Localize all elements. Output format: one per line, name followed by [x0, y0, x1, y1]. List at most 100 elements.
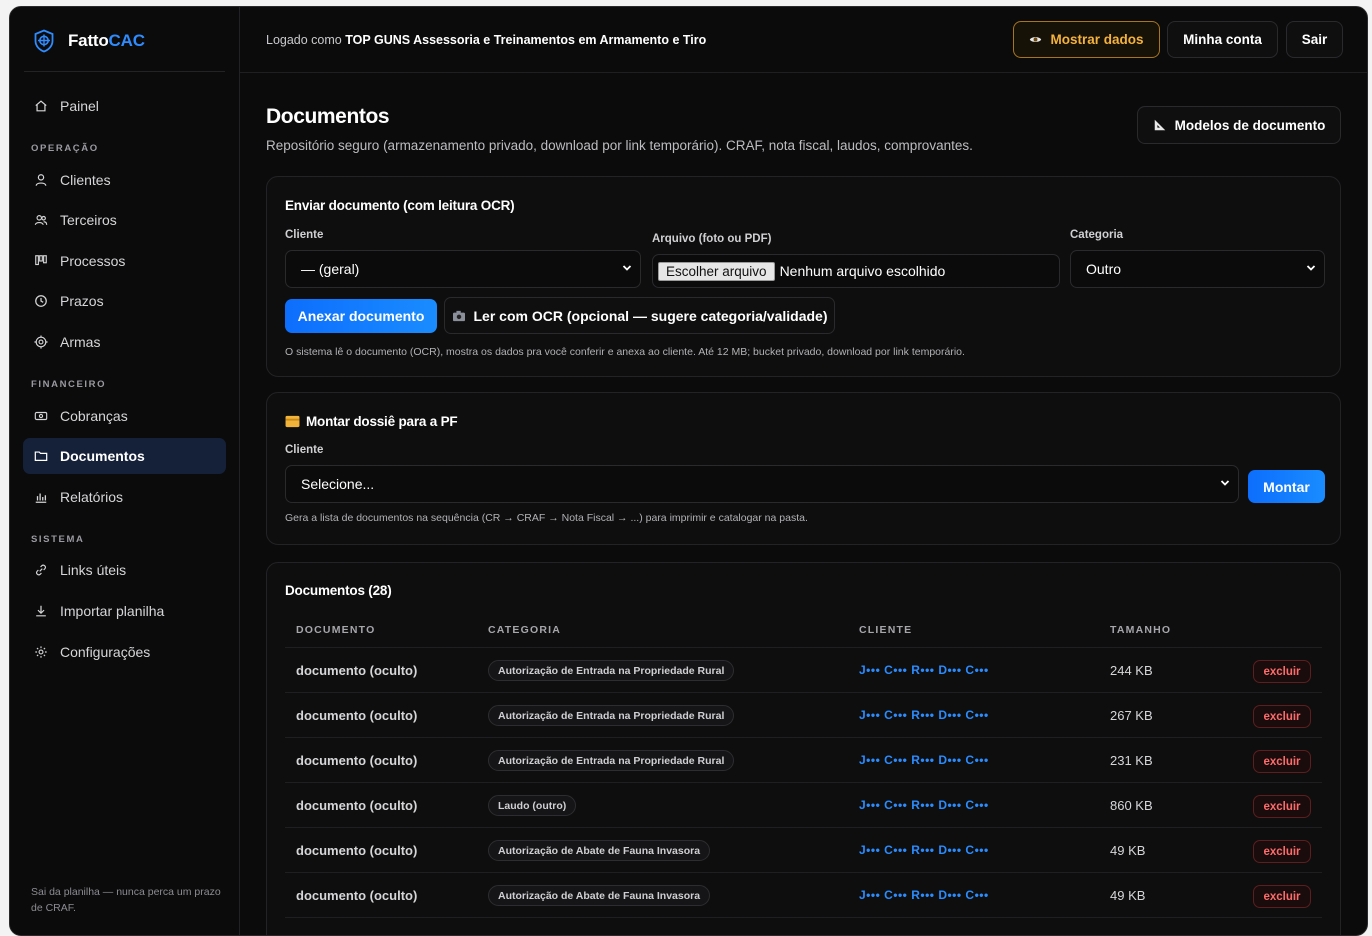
- chevron-down-icon: [622, 265, 632, 271]
- chevron-down-icon: [1220, 480, 1230, 486]
- category-badge: Laudo (outro): [488, 795, 577, 816]
- chevron-down-icon: [1306, 265, 1316, 271]
- folder-icon: [285, 415, 300, 428]
- brand-name: FattoCAC: [68, 31, 145, 50]
- document-name[interactable]: documento (oculto): [296, 708, 417, 723]
- sidebar-item-label: Importar planilha: [60, 603, 165, 619]
- sidebar-item-documentos[interactable]: Documentos: [23, 438, 226, 474]
- sidebar: FattoCAC Painel OPERAÇÃO Clientes Tercei…: [10, 7, 240, 935]
- upload-hint: O sistema lê o documento (OCR), mostra o…: [285, 346, 965, 358]
- sidebar-item-importar-planilha[interactable]: Importar planilha: [23, 593, 226, 629]
- table-row: documento (oculto) Autorização de Entrad…: [285, 647, 1322, 692]
- sidebar-item-armas[interactable]: Armas: [23, 324, 226, 360]
- ruler-triangle-icon: [1154, 119, 1165, 131]
- category-badge: Autorização de Entrada na Propriedade Ru…: [488, 750, 735, 771]
- sidebar-item-clientes[interactable]: Clientes: [23, 162, 226, 198]
- camera-icon: [452, 310, 465, 321]
- sidebar-item-painel[interactable]: Painel: [23, 88, 226, 124]
- delete-button[interactable]: excluir: [1253, 660, 1311, 683]
- document-name[interactable]: documento (oculto): [296, 843, 417, 858]
- sidebar-item-cobrancas[interactable]: Cobranças: [23, 398, 226, 434]
- page-subtitle: Repositório seguro (armazenamento privad…: [266, 138, 973, 153]
- documents-title: Documentos (28): [285, 583, 392, 598]
- sidebar-item-processos[interactable]: Processos: [23, 243, 226, 279]
- sidebar-item-terceiros[interactable]: Terceiros: [23, 202, 226, 238]
- delete-button[interactable]: excluir: [1253, 750, 1311, 773]
- category-select[interactable]: Outro: [1070, 250, 1325, 288]
- client-link[interactable]: J••• C••• R••• D••• C•••: [859, 798, 989, 812]
- column-header: CATEGORIA: [488, 624, 562, 636]
- client-label: Cliente: [285, 229, 324, 241]
- category-badge: Autorização de Abate de Fauna Invasora: [488, 885, 711, 906]
- category-badge: Autorização de Entrada na Propriedade Ru…: [488, 705, 735, 726]
- category-badge: Autorização de Abate de Fauna Invasora: [488, 840, 711, 861]
- app-window: FattoCAC Painel OPERAÇÃO Clientes Tercei…: [9, 6, 1368, 936]
- column-header: TAMANHO: [1110, 624, 1172, 636]
- dossier-client-label: Cliente: [285, 444, 324, 456]
- document-name[interactable]: documento (oculto): [296, 663, 417, 678]
- sidebar-item-label: Links úteis: [60, 562, 127, 578]
- sidebar-item-label: Terceiros: [60, 212, 117, 228]
- client-link[interactable]: J••• C••• R••• D••• C•••: [859, 753, 989, 767]
- sidebar-item-label: Processos: [60, 253, 126, 269]
- shield-logo-icon: [34, 29, 54, 53]
- sidebar-item-links-uteis[interactable]: Links úteis: [23, 552, 226, 588]
- table-row: documento (oculto) Laudo (outro) J••• C•…: [285, 782, 1322, 827]
- divider: [24, 71, 225, 72]
- gear-icon: [35, 646, 47, 658]
- document-templates-button[interactable]: Modelos de documento: [1137, 106, 1341, 144]
- choose-file-button[interactable]: Escolher arquivo: [658, 261, 775, 281]
- column-header: DOCUMENTO: [296, 624, 376, 636]
- document-name[interactable]: documento (oculto): [296, 798, 417, 813]
- client-link[interactable]: J••• C••• R••• D••• C•••: [859, 888, 989, 902]
- sidebar-item-label: Documentos: [60, 448, 145, 464]
- document-name[interactable]: documento (oculto): [296, 753, 417, 768]
- account-name: TOP GUNS Assessoria e Treinamentos em Ar…: [345, 33, 707, 47]
- download-icon: [36, 605, 46, 617]
- build-dossier-button[interactable]: Montar: [1248, 470, 1325, 503]
- dossier-title: Montar dossiê para a PF: [285, 414, 458, 429]
- document-name[interactable]: documento (oculto): [296, 888, 417, 903]
- file-size: 244 KB: [1110, 663, 1153, 678]
- documents-card: Documentos (28) DOCUMENTO CATEGORIA CLIE…: [266, 562, 1341, 935]
- client-link[interactable]: J••• C••• R••• D••• C•••: [859, 708, 989, 722]
- sidebar-item-relatorios[interactable]: Relatórios: [23, 479, 226, 515]
- client-link[interactable]: J••• C••• R••• D••• C•••: [859, 663, 989, 677]
- category-label: Categoria: [1070, 229, 1124, 241]
- section-financeiro: FINANCEIRO: [31, 379, 107, 390]
- table-row: [285, 917, 1322, 935]
- client-select[interactable]: — (geral): [285, 250, 641, 288]
- delete-button[interactable]: excluir: [1253, 840, 1311, 863]
- file-input[interactable]: Escolher arquivo Nenhum arquivo escolhid…: [652, 254, 1060, 288]
- delete-button[interactable]: excluir: [1253, 885, 1311, 908]
- dossier-card: Montar dossiê para a PF Cliente Selecion…: [266, 392, 1341, 545]
- show-data-button[interactable]: Mostrar dados: [1013, 21, 1160, 58]
- home-icon: [35, 100, 47, 112]
- upload-card: Enviar documento (com leitura OCR) Clien…: [266, 176, 1341, 377]
- sidebar-item-label: Configurações: [60, 644, 151, 660]
- main-content: Documentos Repositório seguro (armazenam…: [240, 73, 1367, 935]
- file-size: 267 KB: [1110, 708, 1153, 723]
- logout-button[interactable]: Sair: [1286, 21, 1343, 58]
- dossier-hint: Gera a lista de documentos na sequência …: [285, 512, 808, 524]
- sidebar-item-label: Clientes: [60, 172, 111, 188]
- table-row: documento (oculto) Autorização de Entrad…: [285, 737, 1322, 782]
- target-icon: [34, 335, 48, 349]
- category-badge: Autorização de Entrada na Propriedade Ru…: [488, 660, 735, 681]
- my-account-button[interactable]: Minha conta: [1167, 21, 1278, 58]
- attach-document-button[interactable]: Anexar documento: [285, 299, 437, 333]
- delete-button[interactable]: excluir: [1253, 705, 1311, 728]
- folder-icon: [34, 451, 48, 461]
- file-size: 231 KB: [1110, 753, 1153, 768]
- section-sistema: SISTEMA: [31, 534, 85, 545]
- sidebar-item-prazos[interactable]: Prazos: [23, 283, 226, 319]
- delete-button[interactable]: excluir: [1253, 795, 1311, 818]
- dossier-client-select[interactable]: Selecione...: [285, 465, 1239, 503]
- users-icon: [34, 215, 48, 226]
- brand[interactable]: FattoCAC: [32, 29, 145, 53]
- bar-chart-icon: [35, 493, 47, 503]
- client-link[interactable]: J••• C••• R••• D••• C•••: [859, 843, 989, 857]
- ocr-button[interactable]: Ler com OCR (opcional — sugere categoria…: [444, 297, 835, 334]
- upload-title: Enviar documento (com leitura OCR): [285, 198, 515, 213]
- sidebar-item-configuracoes[interactable]: Configurações: [23, 634, 226, 670]
